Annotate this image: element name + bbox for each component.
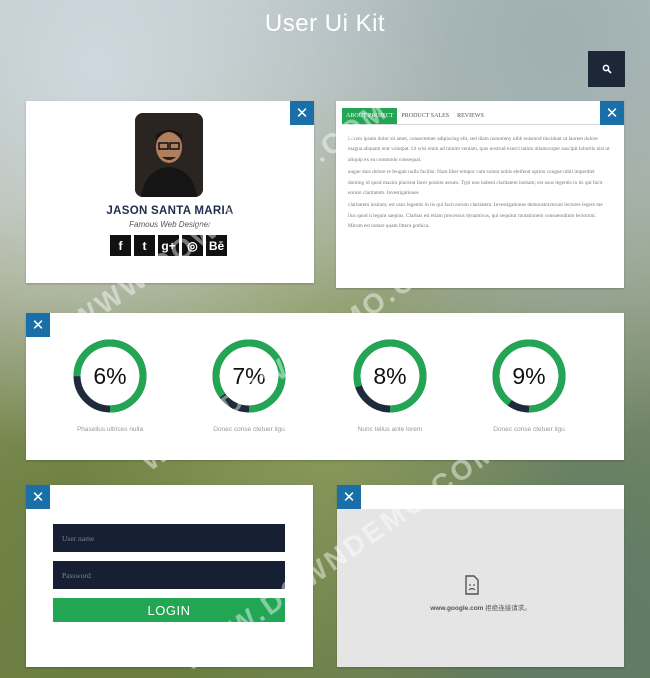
password-field[interactable]: Password (53, 561, 285, 589)
profile-role: Famous Web Designer (129, 220, 211, 229)
stat-label: Donec conse ctetuer ligu (493, 426, 565, 433)
username-field[interactable]: User name (53, 524, 285, 552)
google-plus-icon[interactable]: g+ (158, 235, 179, 256)
close-icon: ✕ (295, 104, 309, 122)
tab-content: Lorem ipsum dolor sit amet, consectetuer… (348, 134, 610, 234)
tab-paragraph: Lorem ipsum dolor sit amet, consectetuer… (348, 136, 610, 163)
map-frame: www.google.com 拒绝连接请求。 (337, 509, 624, 667)
stats-card: ✕ 6% Phasellus ultrices nulla 7% Donec cons… (26, 313, 624, 460)
tab-reviews[interactable]: REVIEWS (453, 108, 488, 124)
tab-about-project[interactable]: ABOUT PROJECT (342, 108, 398, 124)
instagram-icon[interactable]: ◎ (182, 235, 203, 256)
tabs-card: ✕ ABOUT PROJECT PRODUCT SALES REVIEWS Lore… (336, 101, 624, 288)
search-button[interactable] (588, 51, 625, 87)
tab-bar: ABOUT PROJECT PRODUCT SALES REVIEWS (342, 108, 600, 125)
page-title: User Ui Kit (264, 10, 386, 37)
close-icon: ✕ (31, 316, 45, 334)
map-error-text: www.google.com 拒绝连接请求。 (430, 605, 531, 612)
stat-label: Nunc tellus ante lorem (357, 426, 423, 433)
twitter-icon[interactable]: t (134, 235, 155, 256)
close-button[interactable]: ✕ (26, 313, 50, 337)
stat-value: 8% (373, 362, 407, 389)
close-icon: ✕ (31, 488, 45, 506)
map-card: ✕ www.google.com 拒绝连接请求。 (337, 485, 624, 667)
login-card: ✕ User name Password LOGIN (26, 485, 313, 667)
tab-paragraph: claritatem insitam; est usus legentis in… (348, 202, 603, 230)
profile-name: JASON SANTA MARIA (106, 205, 234, 217)
login-button[interactable]: LOGIN (53, 598, 285, 622)
broken-page-icon (465, 575, 479, 595)
stat-value: 9% (512, 362, 546, 389)
close-button[interactable]: ✕ (26, 485, 50, 509)
facebook-icon[interactable]: f (110, 235, 131, 256)
close-icon: ✕ (342, 488, 356, 506)
close-button[interactable]: ✕ (290, 101, 314, 125)
close-button[interactable]: ✕ (337, 485, 361, 509)
search-icon (602, 64, 612, 74)
avatar (135, 113, 203, 197)
close-icon: ✕ (605, 104, 619, 122)
profile-card: ✕ JASON SANTA MARIA Famous Web Designer … (26, 101, 314, 283)
stat-label: Donec conse ctetuer ligu (213, 426, 285, 433)
stat-label: Phasellus ultrices nulla (76, 426, 144, 433)
stat-value: 6% (93, 362, 127, 389)
close-button[interactable]: ✕ (600, 101, 624, 125)
stat-value: 7% (232, 362, 266, 389)
tab-product-sales[interactable]: PRODUCT SALES (397, 108, 453, 124)
tab-paragraph: augue duis dolore te feugait nulla facil… (348, 169, 603, 197)
social-links: f t g+ ◎ Bē (110, 235, 227, 256)
behance-icon[interactable]: Bē (206, 235, 227, 256)
